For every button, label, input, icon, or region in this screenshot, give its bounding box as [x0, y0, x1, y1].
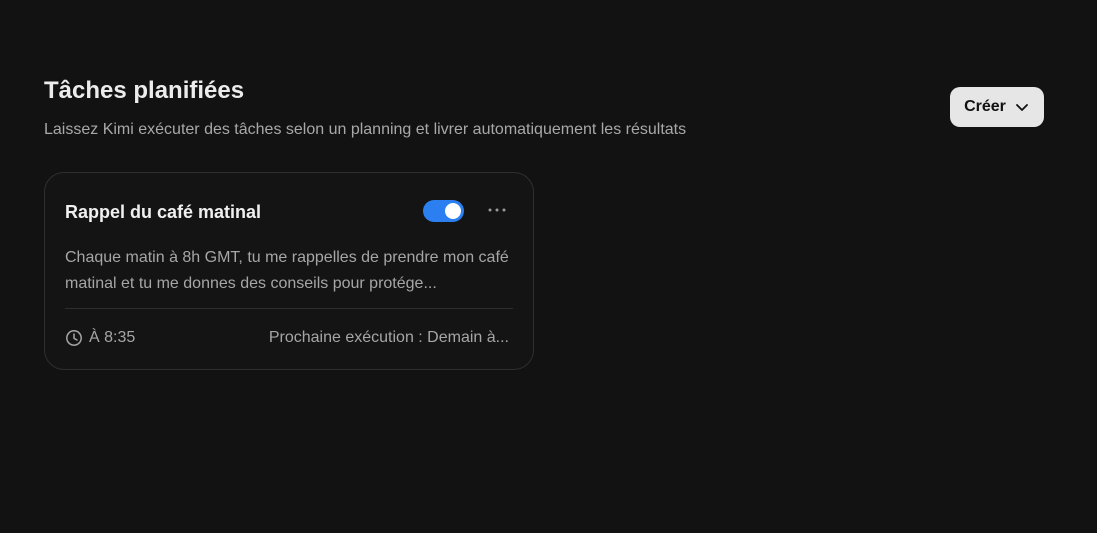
- clock-icon: [65, 329, 83, 347]
- page-header: Tâches planifiées Laissez Kimi exécuter …: [44, 76, 1044, 140]
- scheduled-tasks-page: Tâches planifiées Laissez Kimi exécuter …: [0, 0, 1097, 533]
- create-button[interactable]: Créer: [950, 87, 1044, 127]
- page-title: Tâches planifiées: [44, 77, 245, 104]
- task-card[interactable]: Rappel du café matinal Chaque matin à 8h…: [44, 172, 534, 370]
- more-horizontal-icon[interactable]: [485, 198, 509, 222]
- chevron-down-icon: [1014, 99, 1030, 115]
- task-time: À 8:35: [89, 329, 136, 346]
- task-description: Chaque matin à 8h GMT, tu me rappelles d…: [65, 249, 509, 292]
- task-next-run: Prochaine exécution : Demain à...: [268, 329, 509, 346]
- card-divider: [65, 308, 513, 309]
- task-title: Rappel du café matinal: [65, 202, 262, 222]
- task-schedule: À 8:35: [65, 328, 135, 348]
- page-subtitle: Laissez Kimi exécuter des tâches selon u…: [44, 121, 687, 138]
- create-button-label: Créer: [964, 98, 1006, 115]
- toggle-knob: [445, 203, 461, 219]
- task-enabled-toggle[interactable]: [423, 200, 464, 222]
